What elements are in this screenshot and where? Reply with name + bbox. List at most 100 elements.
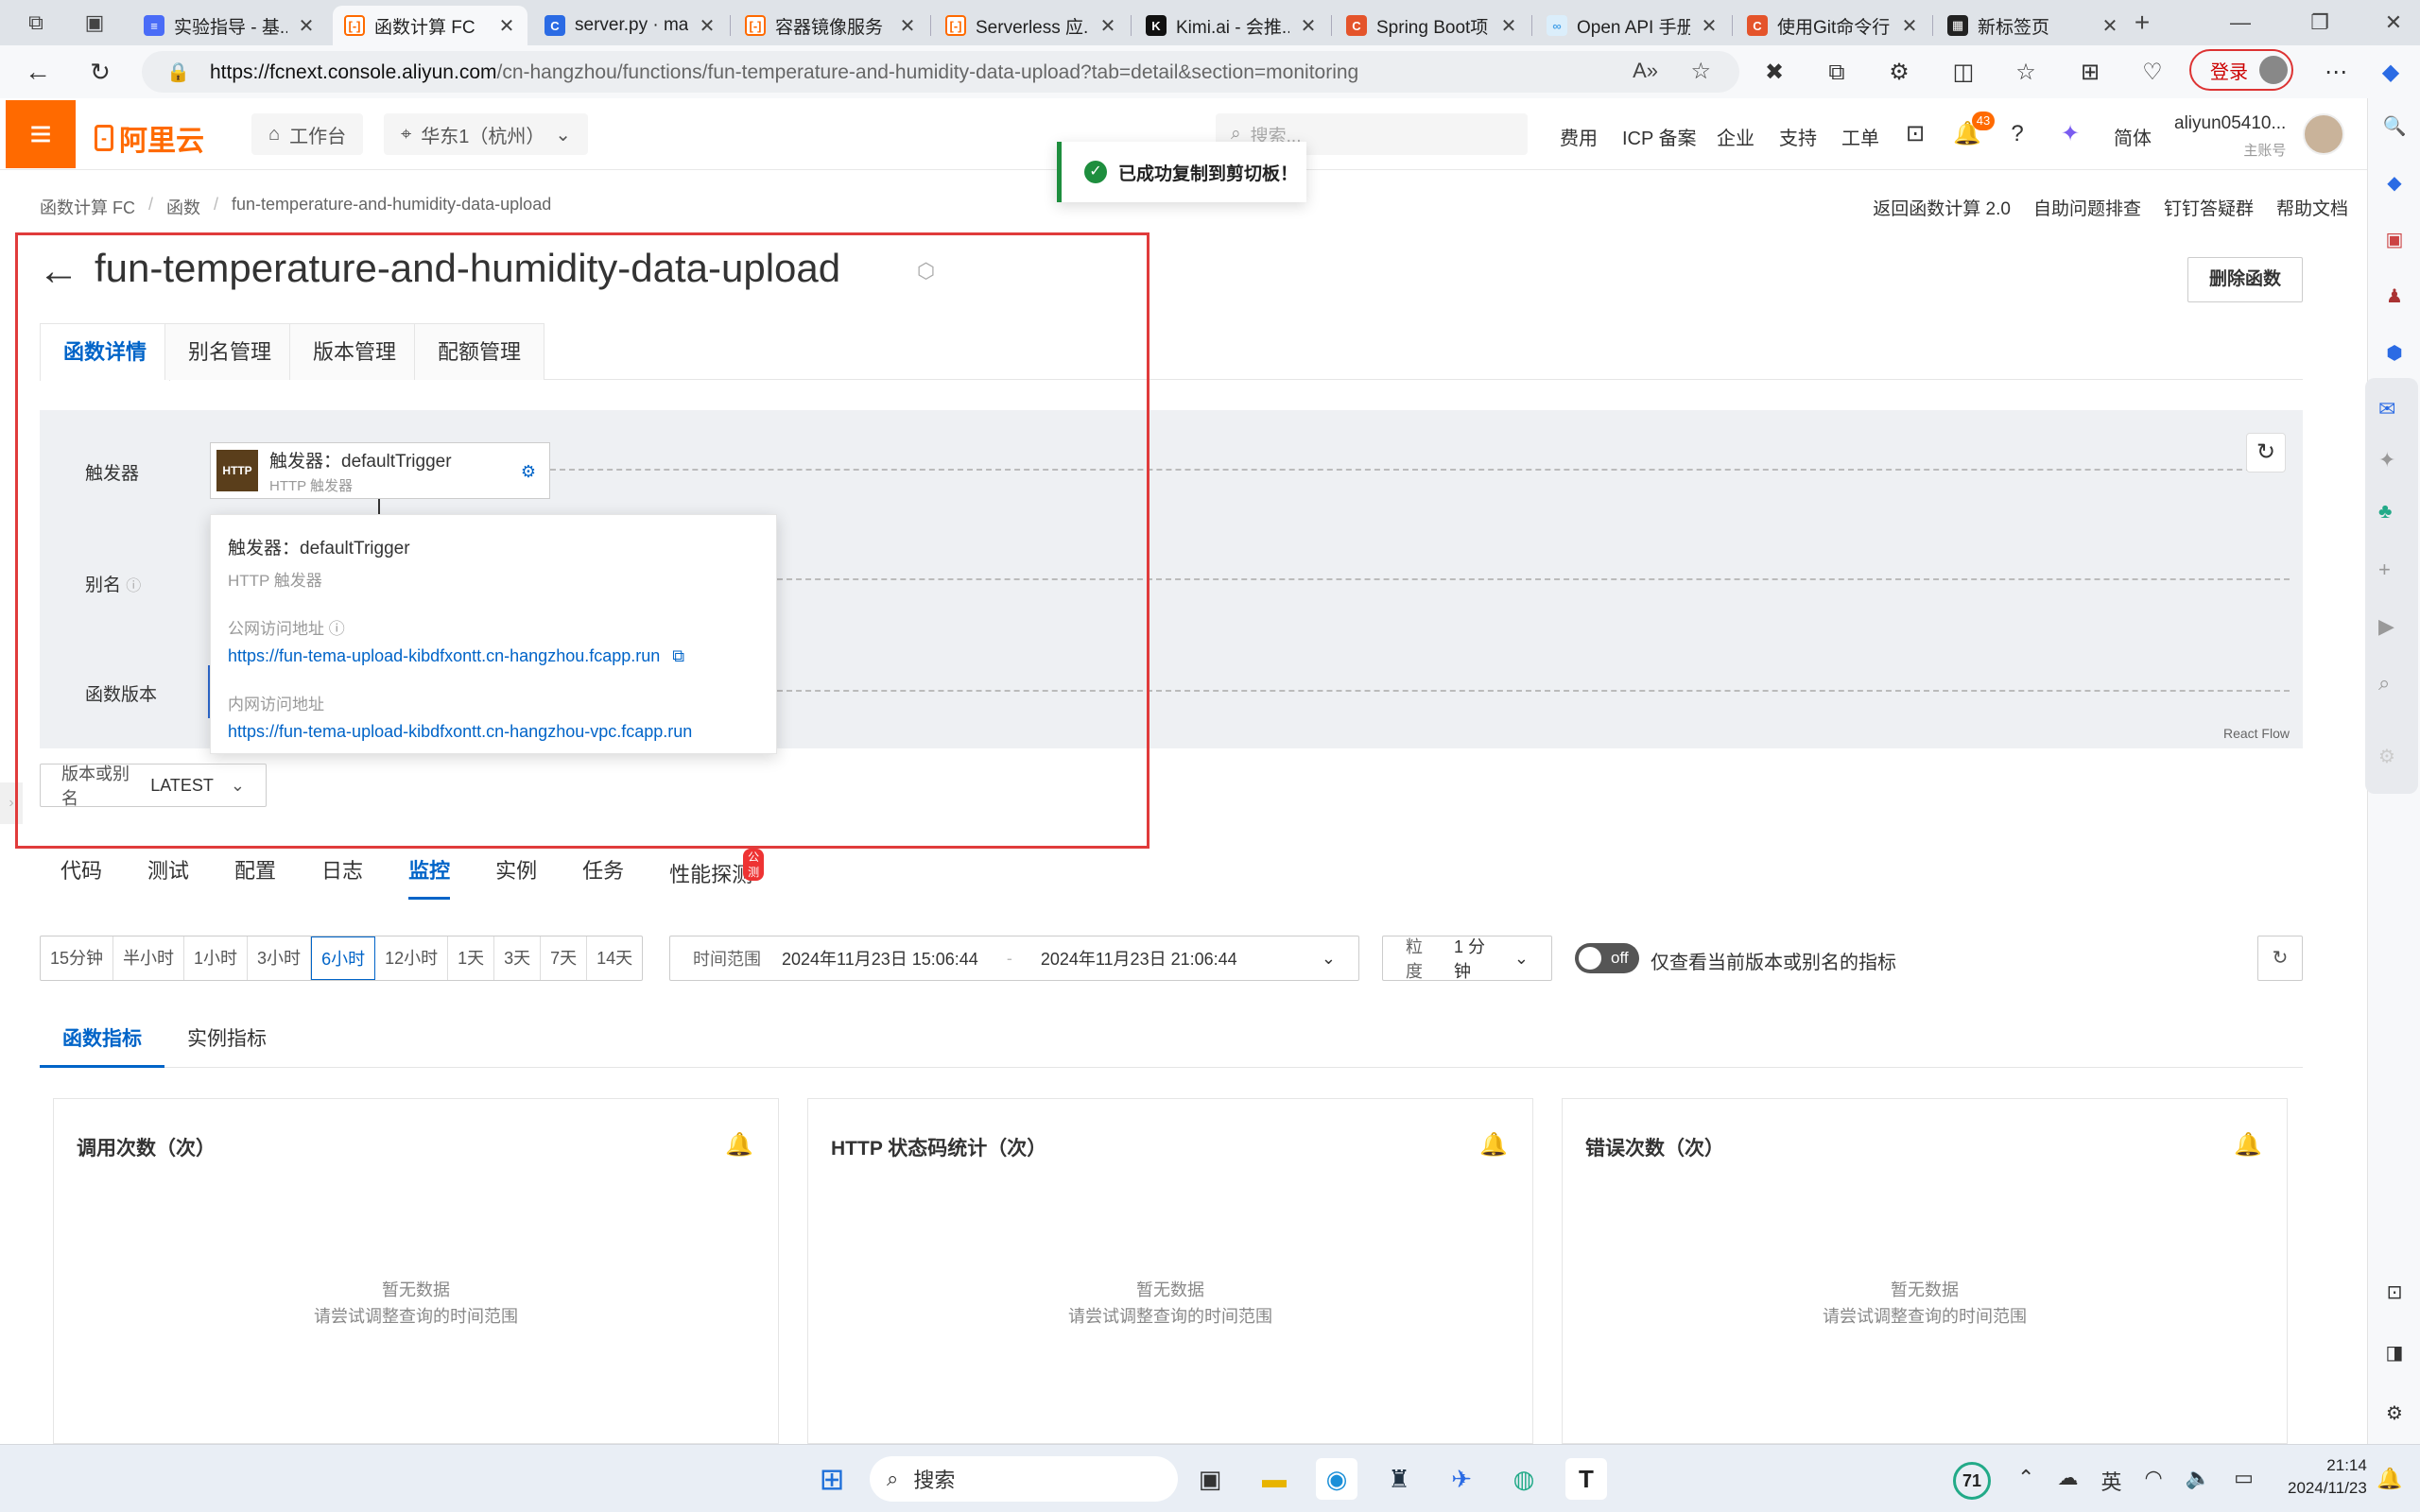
menu-icon[interactable]: ≡ [6, 100, 76, 168]
task-view-icon[interactable]: ▣ [1189, 1458, 1231, 1500]
tab-version-management[interactable]: 版本管理 [289, 323, 421, 380]
self-troubleshoot-link[interactable]: 自助问题排查 [2033, 195, 2141, 220]
ime-indicator[interactable]: 英 [2100, 1466, 2121, 1496]
region-selector[interactable]: ⌖ 华东1（杭州） ⌄ [384, 113, 588, 155]
browser-tab[interactable]: ≡ 实验指导 - 基... ✕ [132, 6, 327, 45]
toolbox-icon[interactable]: ▣ [2379, 225, 2410, 255]
delete-function-button[interactable]: 删除函数 [2187, 257, 2303, 302]
public-url-link[interactable]: https://fun-tema-upload-kibdfxontt.cn-ha… [228, 646, 660, 665]
close-icon[interactable]: ✕ [1700, 14, 1719, 38]
tab-instance-metrics[interactable]: 实例指标 [164, 1017, 289, 1068]
browser-tab[interactable]: C Spring Boot项... ✕ [1335, 6, 1530, 45]
start-icon[interactable]: ⊞ [811, 1458, 853, 1500]
close-icon[interactable]: ✕ [2100, 14, 2119, 38]
range-6h[interactable]: 6小时 [311, 936, 376, 980]
settings-icon[interactable]: ⚙ [2378, 745, 2395, 768]
typora-icon[interactable]: T [1565, 1458, 1607, 1500]
workspaces-icon[interactable]: ⧉ [23, 9, 49, 36]
more-menu-icon[interactable]: ⋯ [2322, 59, 2350, 87]
tab-quota-management[interactable]: 配额管理 [414, 323, 545, 380]
back-icon[interactable]: ← [23, 57, 53, 87]
range-1d[interactable]: 1天 [448, 936, 495, 980]
close-icon[interactable]: ✕ [1299, 14, 1318, 38]
file-explorer-icon[interactable]: ▬ [1253, 1458, 1295, 1500]
tab-test[interactable]: 测试 [147, 852, 189, 900]
search-icon[interactable]: 🔍 [2379, 112, 2410, 142]
chevron-up-icon[interactable]: ⌃ [2017, 1466, 2034, 1496]
performance-icon[interactable]: ♡ [2138, 59, 2167, 87]
tab-actions-icon[interactable]: ▣ [81, 9, 108, 36]
browser-tab[interactable]: [-] 容器镜像服务 ✕ [734, 6, 928, 45]
search-icon[interactable]: ⌕ [2378, 671, 2390, 696]
range-30m[interactable]: 半小时 [113, 936, 185, 980]
range-12h[interactable]: 12小时 [375, 936, 449, 980]
breadcrumb-item[interactable]: 函数计算 FC [40, 195, 135, 219]
x-extension-icon[interactable]: ✖ [1760, 59, 1789, 87]
notification-icon[interactable]: 🔔 [2369, 1458, 2411, 1500]
add-icon[interactable]: + [2378, 558, 2391, 582]
alarm-bell-icon[interactable]: 🔔 [1479, 1131, 1508, 1159]
browser-tab[interactable]: ∞ Open API 手册... ✕ [1535, 6, 1730, 45]
close-icon[interactable]: ✕ [297, 14, 316, 38]
reload-icon[interactable]: ↻ [85, 57, 115, 87]
screenshot-icon[interactable]: ⊡ [2379, 1278, 2410, 1308]
ai-assistant-icon[interactable]: ✦ [2378, 448, 2395, 472]
account-menu[interactable]: aliyun05410... 主账号 [2174, 113, 2286, 160]
workspaces-icon[interactable]: ⊞ [2076, 59, 2104, 87]
volume-icon[interactable]: 🔈 [2186, 1466, 2211, 1496]
avatar[interactable] [2303, 113, 2344, 155]
range-3h[interactable]: 3小时 [248, 936, 312, 980]
copy-icon[interactable]: ⧉ [672, 646, 684, 665]
tab-alias-management[interactable]: 别名管理 [164, 323, 296, 380]
browser-tab-active[interactable]: [-] 函数计算 FC ✕ [333, 6, 527, 45]
alarm-bell-icon[interactable]: 🔔 [725, 1131, 753, 1159]
range-7d[interactable]: 7天 [541, 936, 588, 980]
tab-code[interactable]: 代码 [60, 852, 102, 900]
minimize-button[interactable]: — [2227, 9, 2254, 36]
nav-link-enterprise[interactable]: 企业 [1717, 123, 1754, 150]
favorite-star-icon[interactable]: ☆ [1690, 58, 1711, 85]
tab-config[interactable]: 配置 [234, 852, 276, 900]
maximize-button[interactable]: ❐ [2307, 9, 2333, 36]
taskbar-search[interactable]: ⌕ 搜索 [870, 1456, 1178, 1502]
range-14d[interactable]: 14天 [587, 936, 642, 980]
workbench-button[interactable]: ⌂ 工作台 [251, 113, 364, 155]
nav-link-billing[interactable]: 费用 [1560, 123, 1598, 150]
language-switch[interactable]: 简体 [2114, 123, 2152, 150]
cloud-icon[interactable]: ☁ [2057, 1466, 2078, 1496]
collections-icon[interactable]: ⧉ [1823, 59, 1851, 87]
copilot-icon[interactable]: ◆ [2377, 59, 2405, 87]
login-button[interactable]: 登录 [2189, 49, 2293, 91]
tab-logs[interactable]: 日志 [321, 852, 363, 900]
url-field[interactable]: 🔒 https://fcnext.console.aliyun.com/cn-h… [142, 51, 1739, 93]
granularity-select[interactable]: 粒度 1 分钟 ⌄ [1382, 936, 1552, 981]
clock[interactable]: 21:14 2024/11/23 [2288, 1454, 2367, 1500]
gear-icon[interactable]: ⚙ [521, 462, 536, 482]
nav-link-ticket[interactable]: 工单 [1841, 123, 1879, 150]
settings-gear-icon[interactable]: ⚙ [2379, 1399, 2410, 1429]
ai-assistant-icon[interactable]: ✦ [2057, 121, 2083, 147]
sidebar-toggle-icon[interactable]: ◨ [2379, 1338, 2410, 1368]
feishu-icon[interactable]: ✈ [1441, 1458, 1482, 1500]
range-1h[interactable]: 1小时 [184, 936, 249, 980]
terminal-icon[interactable]: ⊡ [1902, 121, 1928, 147]
current-version-toggle[interactable]: off [1575, 943, 1639, 973]
close-icon[interactable]: ✕ [1499, 14, 1518, 38]
nav-link-support[interactable]: 支持 [1779, 123, 1817, 150]
edge-browser-icon[interactable]: ◉ [1316, 1458, 1357, 1500]
dingtalk-group-link[interactable]: 钉钉答疑群 [2164, 195, 2254, 220]
back-arrow-icon[interactable]: ← [38, 248, 79, 295]
range-3d[interactable]: 3天 [494, 936, 542, 980]
wifi-icon[interactable]: ◠ [2144, 1466, 2162, 1496]
window-close-button[interactable]: ✕ [2380, 9, 2407, 36]
games-icon[interactable]: ♟ [2379, 282, 2410, 312]
browser-tab[interactable]: K Kimi.ai - 会推... ✕ [1134, 6, 1329, 45]
favorites-icon[interactable]: ☆ [2012, 59, 2040, 87]
browser-tab[interactable]: C server.py · ma... ✕ [533, 6, 728, 45]
breadcrumb-item[interactable]: 函数 [166, 195, 200, 219]
extensions-icon[interactable]: ⚙ [1885, 59, 1913, 87]
close-icon[interactable]: ✕ [898, 14, 917, 38]
tree-icon[interactable]: ♣ [2378, 499, 2392, 524]
tab-instances[interactable]: 实例 [495, 852, 537, 900]
split-screen-icon[interactable]: ◫ [1949, 59, 1978, 87]
